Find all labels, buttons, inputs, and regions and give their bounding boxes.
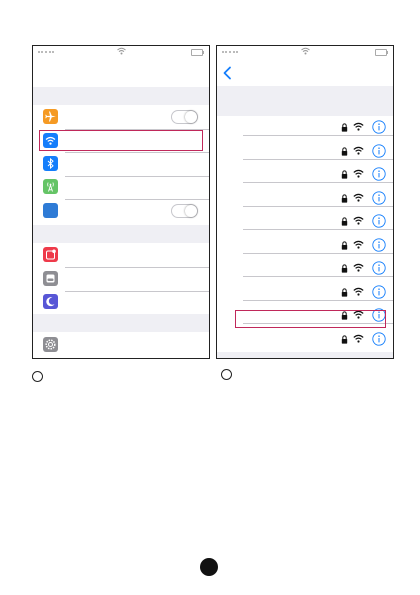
wifi-signal-icon (353, 240, 364, 249)
wifi-signal-icon (353, 216, 364, 225)
step-marker-2 (221, 369, 232, 380)
wifi-row-highlight (39, 130, 203, 151)
network-row[interactable] (217, 236, 393, 260)
wifi-signal-icon (353, 169, 364, 178)
network-row[interactable] (217, 330, 393, 354)
network-row-icons (341, 143, 389, 158)
general-settings-icon (43, 337, 58, 352)
network-row-icons (341, 237, 389, 252)
battery-icon (191, 49, 204, 56)
wifi-signal-icon (353, 287, 364, 296)
page-number-dot (200, 558, 218, 576)
status-bar (33, 46, 209, 58)
airplane-mode-toggle[interactable] (171, 110, 198, 124)
do-not-disturb-icon (43, 294, 58, 309)
row-divider (243, 205, 393, 207)
lock-icon (341, 264, 348, 273)
network-row-icons (341, 190, 389, 205)
status-wifi-icon (117, 47, 126, 55)
network-row[interactable] (217, 212, 393, 236)
status-wifi-icon (301, 47, 310, 55)
network-row-icons (341, 261, 389, 275)
signal-dots-icon (222, 51, 238, 55)
network-row[interactable] (217, 259, 393, 283)
cellular-icon (43, 179, 58, 194)
row-divider (243, 252, 393, 254)
row-divider (65, 267, 209, 268)
status-bar (217, 46, 393, 58)
network-row-icons (341, 214, 389, 228)
lock-icon (341, 193, 348, 203)
network-row-icons (341, 120, 389, 134)
signal-dots-icon (38, 51, 54, 55)
row-divider (243, 276, 393, 277)
wifi-signal-icon (353, 193, 364, 202)
battery-icon (375, 49, 388, 56)
row-divider (65, 199, 209, 200)
network-row[interactable] (217, 283, 393, 307)
notifications-icon (43, 247, 58, 262)
back-chevron-icon[interactable] (222, 66, 233, 80)
row-divider (243, 182, 393, 183)
vpn-icon (43, 203, 58, 218)
row-divider (243, 299, 393, 301)
info-icon[interactable] (372, 214, 386, 228)
lock-icon (341, 287, 348, 297)
info-icon[interactable] (372, 284, 386, 299)
section-gap (33, 225, 209, 243)
network-row[interactable] (217, 165, 393, 189)
wifi-signal-icon (353, 122, 364, 131)
info-icon[interactable] (372, 261, 386, 275)
lock-icon (341, 217, 348, 226)
info-icon[interactable] (372, 237, 386, 252)
row-divider (65, 176, 209, 177)
step-marker-1 (32, 371, 43, 382)
wifi-networks-screen (216, 45, 394, 359)
wifi-signal-icon (353, 263, 364, 272)
bluetooth-icon (43, 156, 58, 171)
info-icon[interactable] (372, 167, 386, 181)
info-icon[interactable] (372, 143, 386, 158)
network-row[interactable] (217, 118, 393, 142)
lock-icon (341, 146, 348, 156)
lock-icon (341, 334, 348, 344)
network-row-icons (341, 331, 389, 346)
lock-icon (341, 123, 348, 132)
lock-icon (341, 170, 348, 179)
airplane-icon (43, 109, 58, 124)
vpn-toggle[interactable] (171, 204, 198, 218)
section-header (217, 86, 393, 116)
control-center-icon (43, 271, 58, 286)
network-row[interactable] (217, 189, 393, 213)
info-icon[interactable] (372, 331, 386, 346)
info-icon[interactable] (372, 190, 386, 205)
network-row-icons (341, 284, 389, 299)
wifi-signal-icon (353, 334, 364, 343)
section-gap (33, 314, 209, 332)
lock-icon (341, 240, 348, 250)
section-gap (33, 87, 209, 105)
row-divider (65, 291, 209, 292)
row-divider (243, 158, 393, 160)
row-divider (243, 135, 393, 136)
network-row-icons (341, 167, 389, 181)
network-row[interactable] (217, 142, 393, 166)
info-icon[interactable] (372, 120, 386, 134)
row-divider (243, 229, 393, 230)
wifi-signal-icon (353, 146, 364, 155)
row-divider (65, 152, 209, 153)
selected-network-highlight (235, 310, 386, 328)
settings-screen (32, 45, 210, 359)
